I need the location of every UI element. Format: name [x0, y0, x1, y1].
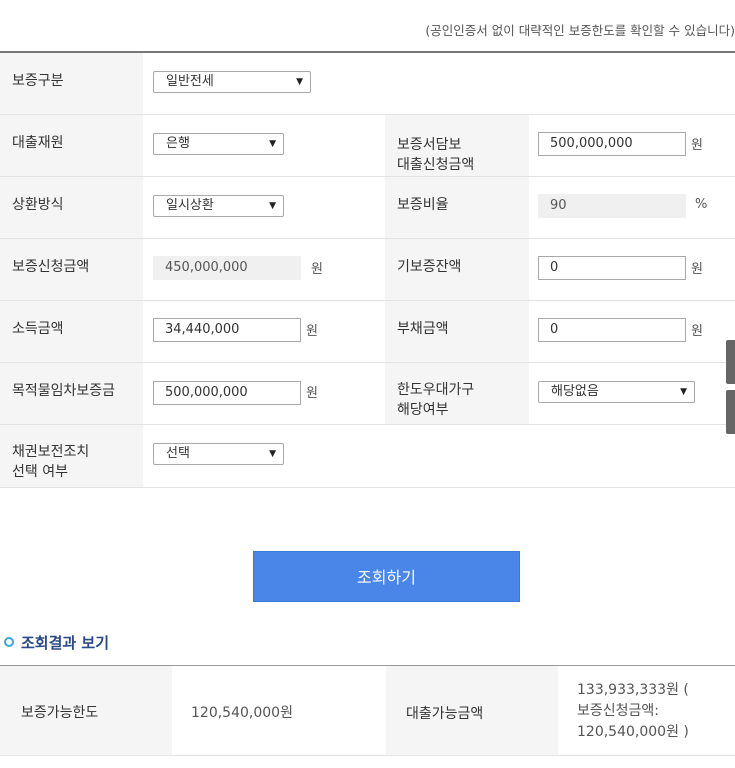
unit-label: 원	[306, 386, 318, 401]
unit-label: 원	[306, 324, 318, 339]
income-amount-label: 소득금액	[12, 321, 64, 337]
loan-source-select[interactable]: 은행 ▼	[153, 133, 284, 155]
guarantee-ratio-field: 90	[538, 194, 686, 218]
preferential-household-value: 해당없음	[551, 384, 599, 399]
lease-deposit-label: 목적물임차보증금	[12, 383, 116, 399]
guarantee-loan-amount-label: 보증서담보대출신청금액	[397, 135, 474, 175]
label-cell: 보증가능한도	[0, 666, 172, 755]
unit-label: 원	[311, 262, 323, 277]
chevron-down-icon: ▼	[269, 201, 276, 211]
chevron-down-icon: ▼	[680, 387, 687, 397]
form-row-guarantee-type: 보증구분 일반전세 ▼	[0, 53, 735, 115]
guarantee-type-select[interactable]: 일반전세 ▼	[153, 71, 311, 93]
repayment-method-value: 일시상환	[166, 198, 214, 213]
lease-deposit-input[interactable]: 500,000,000	[153, 381, 301, 405]
loan-amount-label: 대출가능금액	[406, 706, 484, 722]
unit-label: 원	[691, 324, 703, 339]
result-title-text: 조회결과 보기	[21, 634, 110, 652]
label-cell: 보증구분	[0, 53, 143, 114]
preferential-household-label: 한도우대가구해당여부	[397, 380, 474, 420]
result-section-title: 조회결과 보기	[4, 632, 109, 653]
repayment-method-label: 상환방식	[12, 197, 64, 213]
label-cell: 보증서담보대출신청금액	[385, 115, 529, 176]
side-floating-tab[interactable]	[726, 390, 735, 434]
guarantee-type-value: 일반전세	[166, 74, 214, 89]
loan-amount-line: 133,933,333원 (	[577, 682, 689, 698]
existing-guarantee-input[interactable]: 0	[538, 256, 686, 280]
loan-source-label: 대출재원	[12, 135, 64, 151]
label-line: 대출신청금액	[397, 157, 475, 173]
repayment-method-select[interactable]: 일시상환 ▼	[153, 195, 284, 217]
label-cell: 보증신청금액	[0, 239, 143, 300]
label-cell: 채권보전조치선택 여부	[0, 425, 143, 487]
guarantee-limit-value: 120,540,000원	[191, 705, 293, 721]
guarantee-type-label: 보증구분	[12, 73, 64, 89]
loan-source-value: 은행	[166, 136, 190, 151]
form-row-repayment: 상환방식 일시상환 ▼ 보증비율 90 %	[0, 177, 735, 239]
guarantee-loan-amount-input[interactable]: 500,000,000	[538, 132, 686, 156]
guarantee-request-amount-label: 보증신청금액	[12, 259, 90, 275]
search-button[interactable]: 조회하기	[253, 551, 520, 602]
chevron-down-icon: ▼	[269, 139, 276, 149]
bond-preservation-value: 선택	[166, 446, 190, 461]
guarantee-limit-label: 보증가능한도	[21, 705, 99, 721]
unit-label: %	[695, 197, 708, 212]
bullet-icon	[4, 636, 14, 647]
loan-amount-value: 133,933,333원 ( 보증신청금액: 120,540,000원 )	[577, 680, 689, 743]
result-row: 보증가능한도 120,540,000원 대출가능금액 133,933,333원 …	[0, 666, 735, 756]
label-cell: 대출재원	[0, 115, 143, 176]
bond-preservation-select[interactable]: 선택 ▼	[153, 443, 284, 465]
label-cell: 상환방식	[0, 177, 143, 238]
existing-guarantee-label: 기보증잔액	[397, 259, 462, 275]
debt-amount-input[interactable]: 0	[538, 318, 686, 342]
preferential-household-select[interactable]: 해당없음 ▼	[538, 381, 695, 403]
label-line: 보증서담보	[397, 137, 462, 153]
label-line: 한도우대가구	[397, 382, 475, 398]
guarantee-request-amount-field: 450,000,000	[153, 256, 301, 280]
guarantee-ratio-label: 보증비율	[397, 197, 449, 213]
loan-amount-line: 120,540,000원 )	[577, 724, 689, 740]
form-row-income: 소득금액 34,440,000 원 부채금액 0 원	[0, 301, 735, 363]
debt-amount-label: 부채금액	[397, 321, 449, 337]
unit-label: 원	[691, 138, 703, 153]
label-cell: 기보증잔액	[385, 239, 529, 300]
chevron-down-icon: ▼	[296, 77, 303, 87]
side-floating-tab[interactable]	[726, 340, 735, 384]
label-line: 해당여부	[397, 402, 449, 418]
form-row-request-amount: 보증신청금액 450,000,000 원 기보증잔액 0 원	[0, 239, 735, 301]
bond-preservation-label: 채권보전조치선택 여부	[12, 442, 89, 482]
label-line: 선택 여부	[12, 464, 68, 480]
label-cell: 목적물임차보증금	[0, 363, 143, 424]
unit-label: 원	[691, 262, 703, 277]
form-row-lease-deposit: 목적물임차보증금 500,000,000 원 한도우대가구해당여부 해당없음 ▼	[0, 363, 735, 425]
income-amount-input[interactable]: 34,440,000	[153, 318, 301, 342]
label-cell: 보증비율	[385, 177, 529, 238]
label-cell: 한도우대가구해당여부	[385, 363, 529, 424]
label-cell: 부채금액	[385, 301, 529, 362]
label-cell: 대출가능금액	[386, 666, 558, 755]
loan-amount-line: 보증신청금액:	[577, 703, 659, 719]
form-row-bond-preservation: 채권보전조치선택 여부 선택 ▼	[0, 425, 735, 488]
label-line: 채권보전조치	[12, 444, 90, 460]
chevron-down-icon: ▼	[269, 449, 276, 459]
notice-text: (공인인증서 없이 대략적인 보증한도를 확인할 수 있습니다)	[425, 23, 735, 38]
form-row-loan-source: 대출재원 은행 ▼ 보증서담보대출신청금액 500,000,000 원	[0, 115, 735, 177]
label-cell: 소득금액	[0, 301, 143, 362]
